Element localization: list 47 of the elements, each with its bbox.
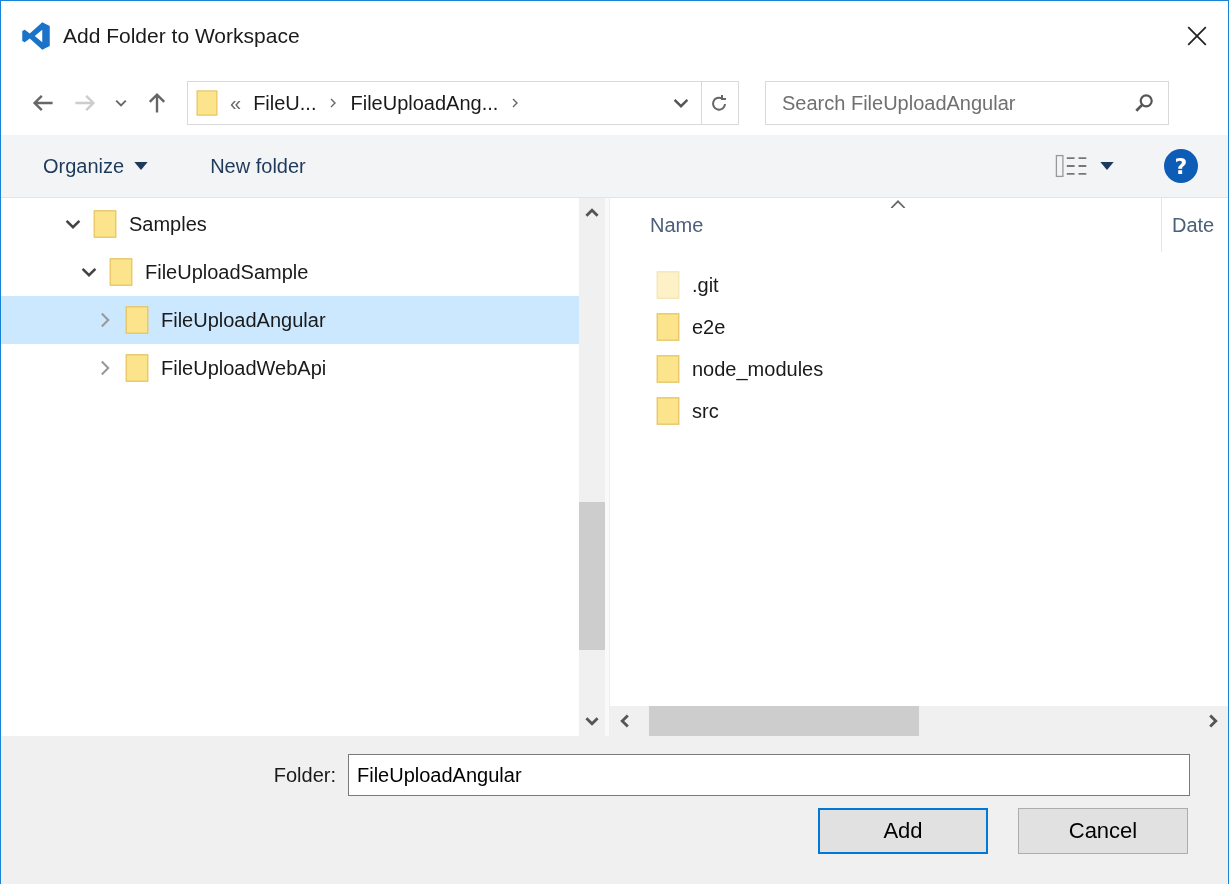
folder-icon: [656, 312, 680, 342]
field-label: Folder:: [273, 763, 336, 787]
folder-icon: [656, 270, 680, 300]
folder-icon: [656, 354, 680, 384]
breadcrumb[interactable]: FileU...: [253, 91, 317, 115]
app-logo-icon: [21, 21, 51, 51]
folder-icon: [109, 257, 133, 287]
file-list-item[interactable]: .git: [610, 264, 1228, 306]
caret-icon[interactable]: [1100, 162, 1114, 170]
tree-item[interactable]: FileUploadAngular: [1, 296, 579, 344]
search-icon: [1133, 92, 1155, 114]
folder-icon: [93, 209, 117, 239]
vertical-scrollbar[interactable]: [579, 198, 609, 736]
folder-icon: [656, 396, 680, 426]
scrollbar-thumb[interactable]: [649, 706, 919, 736]
folder-icon: [125, 353, 149, 383]
file-list-item[interactable]: e2e: [610, 306, 1228, 348]
close-icon[interactable]: [1186, 25, 1208, 47]
column-header[interactable]: Date: [1161, 198, 1228, 252]
help-button[interactable]: ?: [1164, 149, 1198, 183]
folder-icon: [196, 88, 218, 118]
file-list-item[interactable]: src: [610, 390, 1228, 432]
horizontal-scrollbar[interactable]: [610, 706, 1228, 736]
folder-icon: [125, 305, 149, 335]
dialog-button[interactable]: Cancel: [1018, 808, 1188, 854]
search-field[interactable]: Search FileUploadAngular: [765, 81, 1169, 125]
address-bar[interactable]: « FileU... FileUploadAng...: [187, 81, 739, 125]
overflow-chevrons[interactable]: «: [230, 91, 242, 115]
scroll-right-icon[interactable]: [1206, 714, 1220, 728]
column-header[interactable]: Name: [610, 198, 1161, 252]
recent-dropdown-icon[interactable]: [115, 97, 127, 109]
tree-item[interactable]: FileUploadSample: [1, 248, 579, 296]
dialog-button[interactable]: Add: [818, 808, 988, 854]
tree-item[interactable]: FileUploadWebApi: [1, 344, 579, 392]
scroll-up-icon[interactable]: [585, 206, 599, 220]
new-folder-button[interactable]: New folder: [196, 148, 320, 184]
scroll-left-icon[interactable]: [618, 714, 632, 728]
organize-button[interactable]: Organize: [29, 148, 163, 184]
window-title: Add Folder to Workspace: [63, 24, 300, 48]
caret-icon: [134, 162, 149, 170]
scrollbar-thumb[interactable]: [579, 501, 605, 650]
scroll-down-icon[interactable]: [585, 714, 599, 728]
sort-caret-icon: [890, 200, 906, 208]
breadcrumb[interactable]: FileUploadAng...: [350, 91, 499, 115]
folder-field[interactable]: FileUploadAngular: [348, 754, 1190, 796]
file-list-item[interactable]: node_modules: [610, 348, 1228, 390]
tree-item[interactable]: Samples: [1, 200, 579, 248]
